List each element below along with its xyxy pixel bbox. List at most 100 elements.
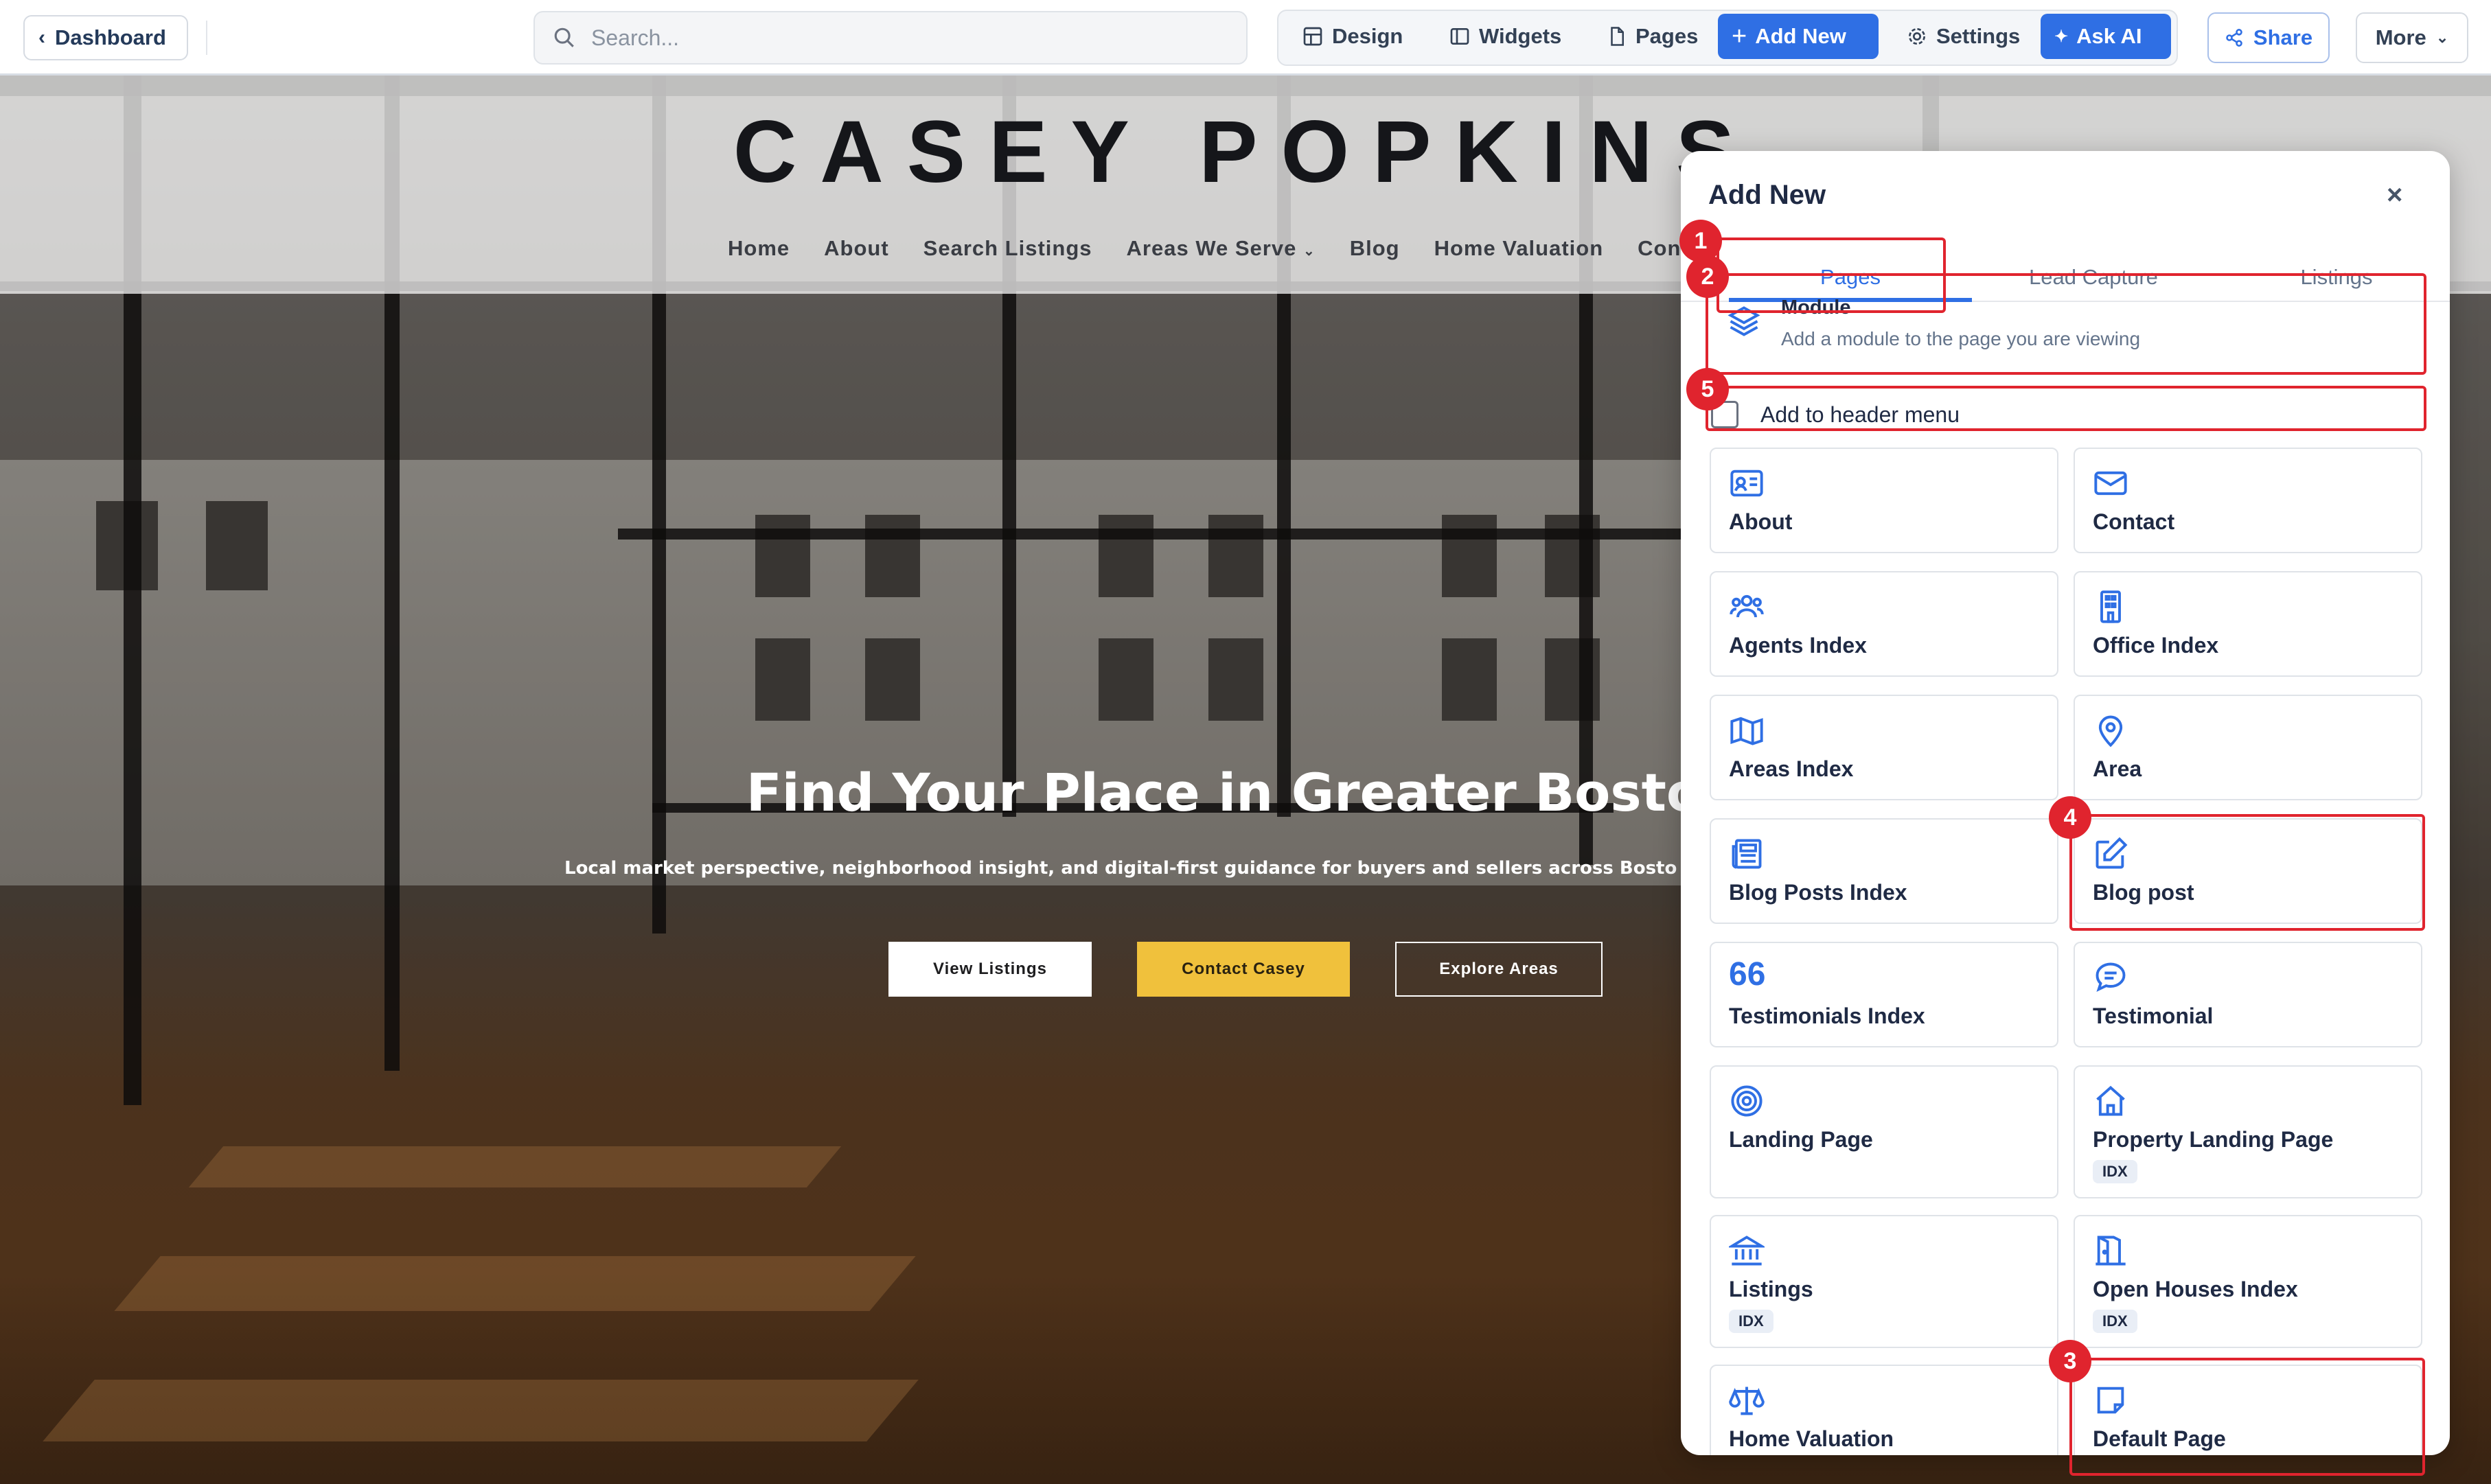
nav-search-listings[interactable]: Search Listings bbox=[923, 236, 1092, 270]
map-pin-icon bbox=[2098, 715, 2123, 747]
card-blog-posts-index[interactable]: Blog Posts Index bbox=[1710, 818, 2058, 924]
card-home-valuation[interactable]: Home Valuation bbox=[1710, 1365, 2058, 1455]
palette-icon bbox=[1303, 27, 1322, 46]
toolbar-divider bbox=[206, 21, 207, 55]
share-label: Share bbox=[2253, 25, 2313, 49]
card-landing-page[interactable]: Landing Page bbox=[1710, 1065, 2058, 1198]
card-label: Listings bbox=[1729, 1277, 1813, 1301]
chat-bubble-icon bbox=[2096, 962, 2126, 993]
door-icon bbox=[2096, 1236, 2126, 1266]
widgets-icon bbox=[1450, 28, 1469, 45]
card-office-index[interactable]: Office Index bbox=[2074, 571, 2422, 677]
card-label: About bbox=[1729, 509, 1793, 534]
page-icon bbox=[1611, 27, 1624, 46]
newspaper-icon bbox=[1732, 839, 1762, 869]
widgets-button[interactable]: Widgets bbox=[1435, 14, 1575, 59]
add-new-label: Add New bbox=[1755, 24, 1846, 48]
idx-badge: IDX bbox=[2093, 1310, 2137, 1333]
design-button[interactable]: Design bbox=[1288, 14, 1416, 59]
users-icon bbox=[1730, 594, 1764, 618]
contact-casey-button[interactable]: Contact Casey bbox=[1137, 942, 1350, 997]
nav-about[interactable]: About bbox=[824, 236, 889, 270]
card-label: Testimonials Index bbox=[1729, 1004, 1925, 1028]
nav-blog[interactable]: Blog bbox=[1350, 236, 1400, 270]
id-card-icon bbox=[1730, 469, 1763, 497]
bank-icon bbox=[1729, 1236, 1765, 1266]
map-icon bbox=[1730, 717, 1763, 745]
scale-icon bbox=[1729, 1387, 1765, 1415]
dashboard-label: Dashboard bbox=[55, 25, 166, 49]
nav-areas-label: Areas We Serve bbox=[1126, 236, 1297, 260]
card-label: Area bbox=[2093, 756, 2142, 781]
annotation-box-header-menu bbox=[1706, 386, 2426, 431]
design-label: Design bbox=[1332, 24, 1403, 48]
annotation-marker-3: 3 bbox=[2049, 1340, 2091, 1382]
nav-home-valuation[interactable]: Home Valuation bbox=[1434, 236, 1604, 270]
idx-badge: IDX bbox=[2093, 1160, 2137, 1183]
annotation-box-module bbox=[1706, 273, 2426, 375]
card-label: Office Index bbox=[2093, 633, 2219, 658]
share-button[interactable]: Share bbox=[2207, 12, 2330, 63]
target-icon bbox=[1731, 1085, 1763, 1117]
card-label: Agents Index bbox=[1729, 633, 1867, 658]
close-icon[interactable]: × bbox=[2387, 180, 2402, 211]
annotation-box-default-page bbox=[2069, 1358, 2425, 1476]
search-icon bbox=[554, 27, 574, 47]
share-icon bbox=[2226, 29, 2242, 47]
card-label: Blog Posts Index bbox=[1729, 880, 1907, 905]
annotation-marker-5: 5 bbox=[1686, 368, 1729, 410]
building-icon bbox=[2100, 590, 2121, 623]
annotation-marker-2: 2 bbox=[1686, 255, 1729, 298]
nav-home[interactable]: Home bbox=[728, 236, 790, 270]
editor-toolbar: ‹ Dashboard Design Widgets Pages + Add N… bbox=[0, 0, 2491, 76]
card-label: Testimonial bbox=[2093, 1004, 2214, 1028]
nav-areas-we-serve[interactable]: Areas We Serve ⌄ bbox=[1127, 236, 1316, 270]
envelope-icon bbox=[2094, 471, 2127, 496]
card-area[interactable]: Area bbox=[2074, 695, 2422, 800]
idx-badge: IDX bbox=[1729, 1310, 1773, 1333]
more-label: More bbox=[2375, 25, 2426, 49]
annotation-box-blog-post bbox=[2069, 814, 2425, 931]
explore-areas-button[interactable]: Explore Areas bbox=[1395, 942, 1603, 997]
chevron-down-icon: ⌄ bbox=[2435, 29, 2449, 46]
gear-icon bbox=[1909, 28, 1925, 45]
settings-button[interactable]: Settings bbox=[1892, 14, 2034, 59]
hero-title: Find Your Place in Greater Boston bbox=[746, 762, 1740, 823]
hero-subtitle: Local market perspective, neighborhood i… bbox=[564, 858, 1677, 879]
card-areas-index[interactable]: Areas Index bbox=[1710, 695, 2058, 800]
add-new-button[interactable]: + Add New bbox=[1718, 14, 1879, 59]
annotation-marker-4: 4 bbox=[2049, 796, 2091, 839]
card-label: Property Landing Page bbox=[2093, 1127, 2334, 1152]
chevron-down-icon: ⌄ bbox=[1302, 244, 1316, 259]
search-input[interactable] bbox=[590, 24, 1208, 51]
card-property-landing-page[interactable]: Property Landing Page IDX bbox=[2074, 1065, 2422, 1198]
card-agents-index[interactable]: Agents Index bbox=[1710, 571, 2058, 677]
card-label: Landing Page bbox=[1729, 1127, 1873, 1152]
ask-ai-label: Ask AI bbox=[2076, 24, 2142, 48]
card-contact[interactable]: Contact bbox=[2074, 448, 2422, 553]
search-box[interactable] bbox=[533, 11, 1248, 65]
settings-label: Settings bbox=[1936, 24, 2021, 48]
view-listings-button[interactable]: View Listings bbox=[888, 942, 1092, 997]
plus-icon: + bbox=[1732, 21, 1747, 51]
card-label: Open Houses Index bbox=[2093, 1277, 2298, 1301]
chevron-left-icon: ‹ bbox=[38, 26, 45, 49]
card-label: Contact bbox=[2093, 509, 2175, 534]
card-open-houses-index[interactable]: Open Houses Index IDX bbox=[2074, 1215, 2422, 1348]
sparkle-icon: ✦ bbox=[2054, 27, 2069, 46]
pages-button[interactable]: Pages bbox=[1593, 14, 1712, 59]
home-icon bbox=[2096, 1085, 2125, 1116]
card-testimonial[interactable]: Testimonial bbox=[2074, 942, 2422, 1047]
ask-ai-button[interactable]: ✦ Ask AI bbox=[2041, 14, 2171, 59]
pages-label: Pages bbox=[1635, 24, 1699, 48]
widgets-label: Widgets bbox=[1479, 24, 1562, 48]
card-testimonials-index[interactable]: 66 Testimonials Index bbox=[1710, 942, 2058, 1047]
card-label: Areas Index bbox=[1729, 756, 1854, 781]
quote-icon: 66 bbox=[1729, 956, 1766, 993]
card-listings[interactable]: Listings IDX bbox=[1710, 1215, 2058, 1348]
more-button[interactable]: More ⌄ bbox=[2356, 12, 2468, 63]
dashboard-button[interactable]: ‹ Dashboard bbox=[23, 15, 188, 60]
panel-title: Add New bbox=[1708, 180, 1826, 210]
site-nav: Home About Search Listings Areas We Serv… bbox=[728, 236, 1722, 270]
card-about[interactable]: About bbox=[1710, 448, 2058, 553]
